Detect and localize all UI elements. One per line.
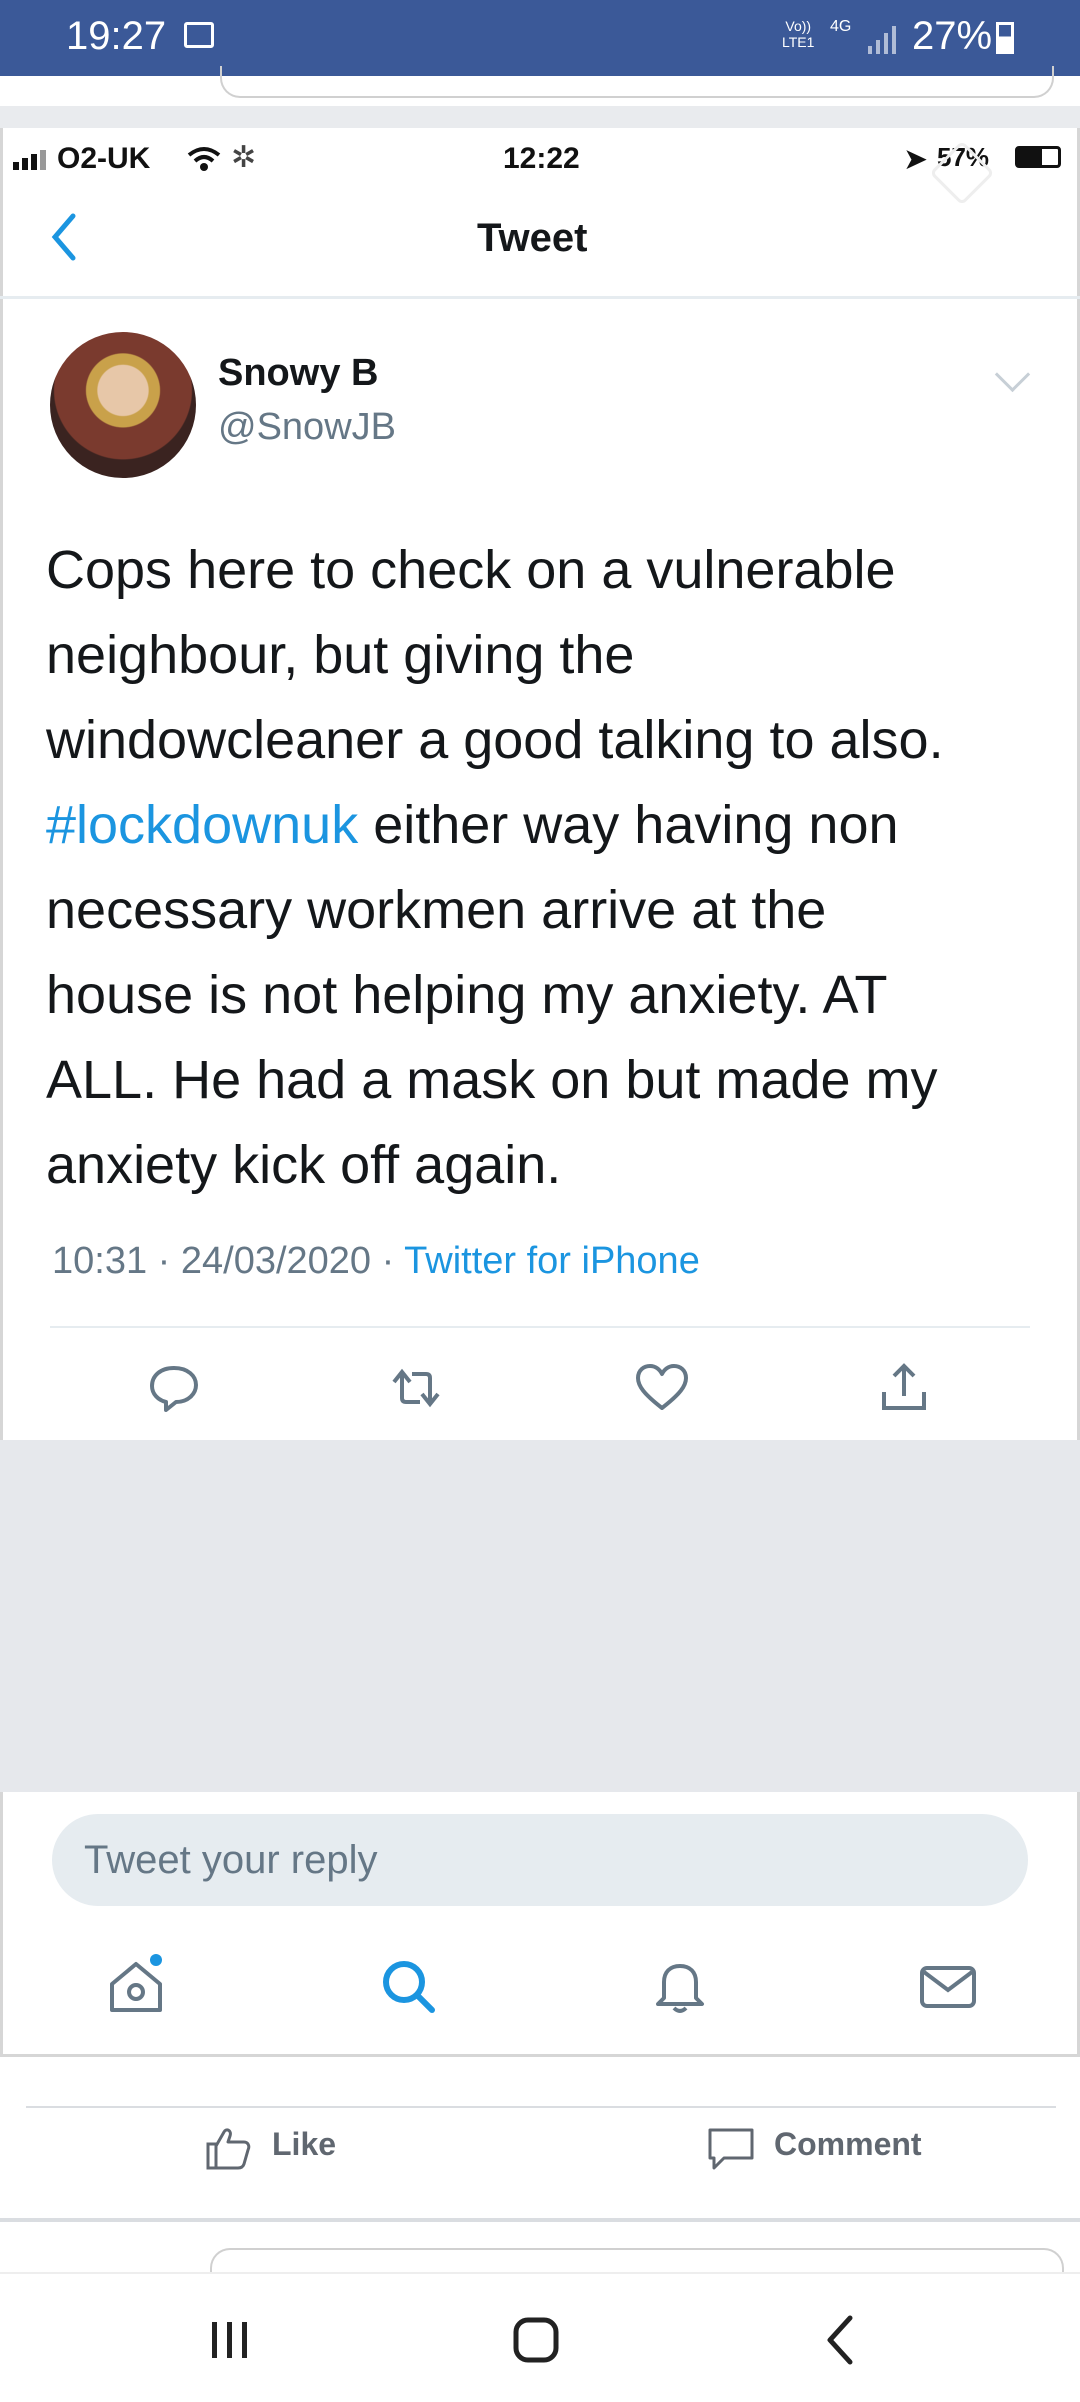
battery-icon [996, 22, 1014, 54]
retweet-icon[interactable] [386, 1358, 446, 1418]
tweet-line: necessary workmen arrive at the [46, 880, 827, 940]
divider [0, 106, 1080, 128]
hashtag-link[interactable]: #lockdownuk [46, 795, 358, 855]
tweet-body: Cops here to check on a vulnerable neigh… [46, 528, 1036, 1208]
reply-icon[interactable] [144, 1358, 204, 1418]
notifications-bell-icon[interactable] [648, 1954, 712, 2018]
messages-mail-icon[interactable] [916, 1954, 980, 2018]
signal-bars-icon [868, 26, 896, 54]
user-handle[interactable]: @SnowJB [218, 406, 396, 449]
search-icon[interactable] [376, 1954, 440, 2018]
like-heart-icon[interactable] [632, 1358, 692, 1418]
network-type: 4G [830, 18, 852, 35]
share-icon[interactable] [874, 1358, 934, 1418]
facebook-post-edge [0, 66, 1080, 108]
thumbs-up-icon[interactable] [204, 2124, 252, 2172]
ios-time: 12:22 [503, 142, 580, 175]
user-display-name[interactable]: Snowy B [218, 352, 378, 395]
recent-apps-icon[interactable] [208, 2318, 252, 2362]
activity-icon: ✲ [231, 141, 257, 174]
like-button[interactable]: Like [272, 2126, 336, 2163]
tweet-timestamp: 10:31 · 24/03/2020 · [52, 1240, 395, 1282]
status-time: 19:27 [66, 14, 167, 58]
comment-button[interactable]: Comment [774, 2126, 922, 2163]
tweet-line: ALL. He had a mask on but made my [46, 1050, 938, 1110]
divider [0, 2218, 1080, 2222]
volte-indicator: Vo)) LTE1 [782, 18, 815, 50]
comment-icon[interactable] [706, 2126, 756, 2172]
android-status-bar: 19:27 Vo)) LTE1 4G 27% [0, 0, 1080, 76]
battery-percent: 27% [912, 14, 993, 58]
back-button-icon[interactable] [820, 2314, 860, 2366]
tweet-line: anxiety kick off again. [46, 1135, 562, 1195]
page-title: Tweet [477, 216, 588, 260]
divider [50, 1326, 1030, 1328]
tweet-source-link[interactable]: Twitter for iPhone [404, 1240, 700, 1282]
tweet-line: Cops here to check on a vulnerable [46, 540, 896, 600]
divider [26, 2106, 1056, 2108]
header-divider [0, 296, 1080, 299]
tweet-meta: 10:31 · 24/03/2020 · Twitter for iPhone [52, 1240, 700, 1283]
avatar[interactable] [50, 332, 196, 478]
ios-carrier: O2-UK [57, 142, 151, 175]
ios-battery-icon [1015, 146, 1061, 168]
tweet-line: house is not helping my anxiety. AT [46, 965, 888, 1025]
divider [0, 2054, 1080, 2057]
home-button-icon[interactable] [512, 2314, 560, 2366]
empty-replies-area [0, 1440, 1080, 1792]
home-icon[interactable] [104, 1954, 168, 2018]
gallery-notification-icon [184, 22, 214, 48]
ios-signal-icon [13, 150, 46, 170]
wifi-icon [187, 147, 221, 171]
reply-placeholder: Tweet your reply [84, 1838, 378, 1882]
android-nav-bar [0, 2272, 1080, 2402]
tweet-line: neighbour, but giving the [46, 625, 635, 685]
tweet-line: windowcleaner a good talking to also. [46, 710, 944, 770]
tweet-line: #lockdownuk either way having non [46, 795, 899, 855]
location-arrow-icon: ➤ [903, 143, 929, 176]
back-chevron-icon[interactable] [49, 212, 79, 262]
